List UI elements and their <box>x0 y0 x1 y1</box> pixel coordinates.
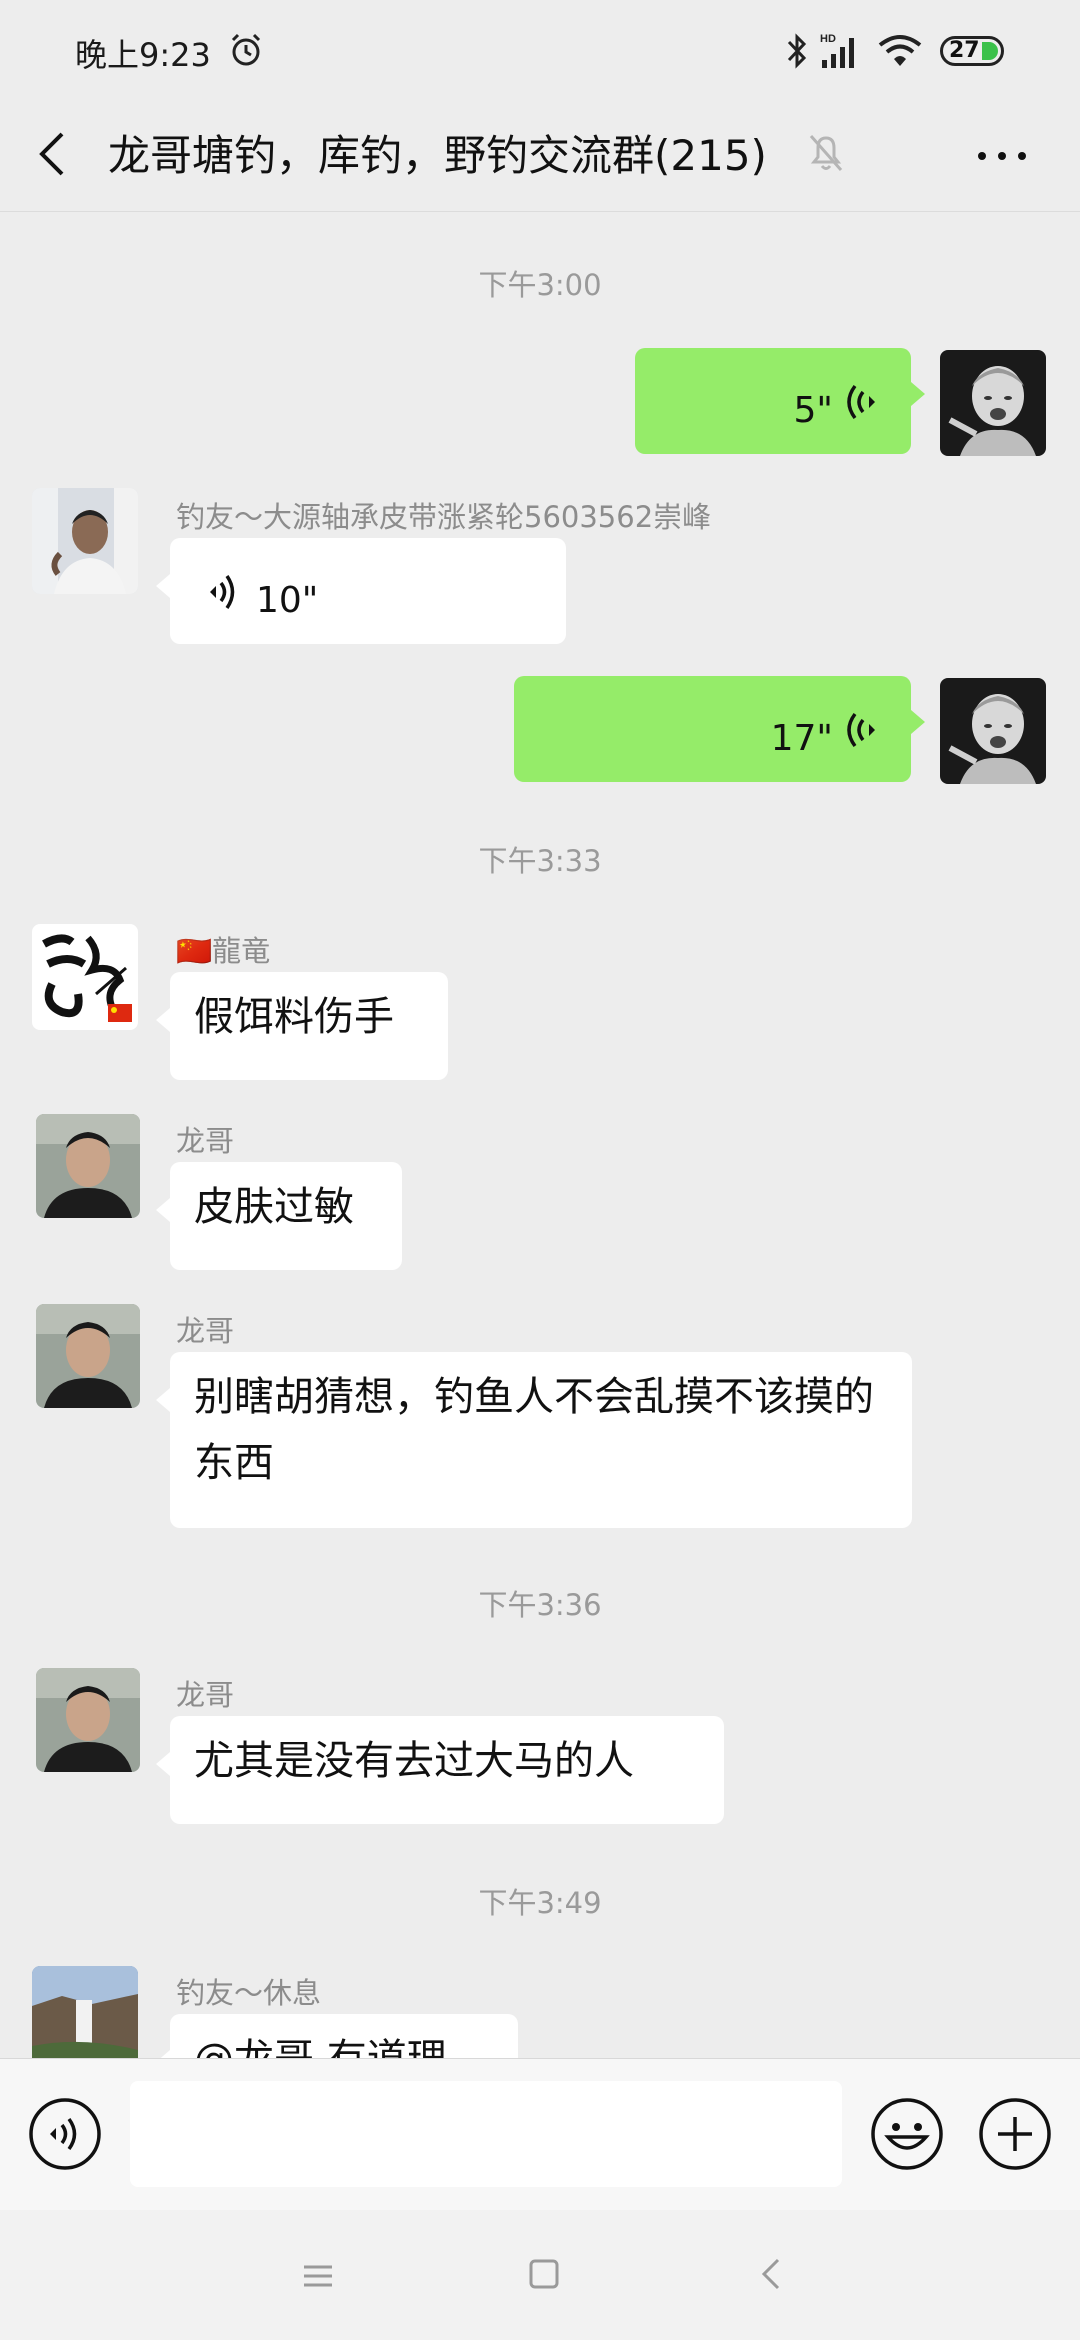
voice-duration: 10" <box>256 580 319 621</box>
battery-level: 27 <box>949 38 980 63</box>
sender-name: 🇨🇳龍竜 <box>176 934 271 968</box>
sender-avatar-image <box>32 488 138 594</box>
message-text: 皮肤过敏 <box>194 1184 354 1230</box>
avatar[interactable] <box>32 924 138 1030</box>
status-time: 晚上9:23 <box>75 36 211 74</box>
menu-icon[interactable] <box>300 2258 336 2294</box>
message-bubble[interactable]: 皮肤过敏 <box>156 1162 402 1270</box>
avatar[interactable] <box>36 1114 140 1218</box>
message-text: 别瞎胡猜想，钓鱼人不会乱摸不该摸的东西 <box>194 1374 874 1486</box>
system-nav-bar <box>0 2210 1080 2340</box>
message-text: 假饵料伤手 <box>194 994 394 1040</box>
timestamp: 下午3:36 <box>478 1588 602 1622</box>
sender-avatar-image <box>32 924 138 1030</box>
avatar[interactable] <box>940 678 1046 784</box>
bluetooth-icon <box>787 33 807 69</box>
wifi-icon <box>878 35 922 66</box>
sender-name: 钓友～大源轴承皮带涨紧轮5603562崇峰 <box>176 500 712 534</box>
emoji-icon[interactable] <box>870 2097 944 2171</box>
network-type-label: HD <box>820 33 836 45</box>
alarm-icon <box>231 33 261 66</box>
status-bar: 晚上9:23 HD 27 <box>0 0 1080 100</box>
message-bubble[interactable]: 假饵料伤手 <box>156 972 448 1080</box>
avatar[interactable] <box>36 1668 140 1772</box>
more-options-icon[interactable] <box>972 136 1032 176</box>
mute-bell-icon <box>809 135 843 171</box>
sender-avatar-image <box>36 1304 140 1408</box>
chat-title: 龙哥塘钓，库钓，野钓交流群(215) <box>108 131 767 180</box>
message-text: 尤其是没有去过大马的人 <box>194 1738 634 1784</box>
timestamp: 下午3:33 <box>478 844 602 878</box>
voice-message-bubble[interactable]: 17" <box>514 676 925 782</box>
sender-avatar-image <box>36 1668 140 1772</box>
avatar[interactable] <box>32 488 138 594</box>
timestamp: 下午3:00 <box>478 268 602 302</box>
voice-wave-icon <box>847 384 875 420</box>
sender-name: 龙哥 <box>176 1124 235 1158</box>
avatar[interactable] <box>36 1304 140 1408</box>
sender-avatar-image <box>36 1114 140 1218</box>
chat-header: 龙哥塘钓，库钓，野钓交流群(215) <box>0 100 1080 212</box>
sender-avatar-image <box>32 1966 138 2072</box>
avatar[interactable] <box>940 350 1046 456</box>
voice-wave-icon <box>210 575 235 609</box>
message-bubble[interactable]: 尤其是没有去过大马的人 <box>156 1716 724 1824</box>
voice-input-icon[interactable] <box>28 2097 102 2171</box>
back-icon[interactable] <box>28 124 76 184</box>
sender-name: 龙哥 <box>176 1678 235 1712</box>
sender-name: 钓友～休息 <box>176 1976 322 2010</box>
voice-wave-icon <box>847 712 875 748</box>
input-bar <box>0 2058 1080 2210</box>
home-icon[interactable] <box>526 2256 562 2292</box>
sender-name: 龙哥 <box>176 1314 235 1348</box>
voice-message-bubble[interactable]: 10" <box>156 538 566 644</box>
signal-icon: HD <box>820 33 854 68</box>
self-avatar-image <box>940 350 1046 456</box>
timestamp: 下午3:49 <box>478 1886 602 1920</box>
plus-icon[interactable] <box>978 2097 1052 2171</box>
voice-duration: 17" <box>770 718 833 759</box>
battery-icon: 27 <box>940 36 1004 66</box>
voice-duration: 5" <box>793 390 833 431</box>
self-avatar-image <box>940 678 1046 784</box>
avatar[interactable] <box>32 1966 138 2072</box>
back-nav-icon[interactable] <box>754 2256 790 2292</box>
message-input[interactable] <box>130 2081 842 2187</box>
voice-message-bubble[interactable]: 5" <box>635 348 925 454</box>
message-bubble[interactable]: 别瞎胡猜想，钓鱼人不会乱摸不该摸的东西 <box>156 1352 912 1528</box>
